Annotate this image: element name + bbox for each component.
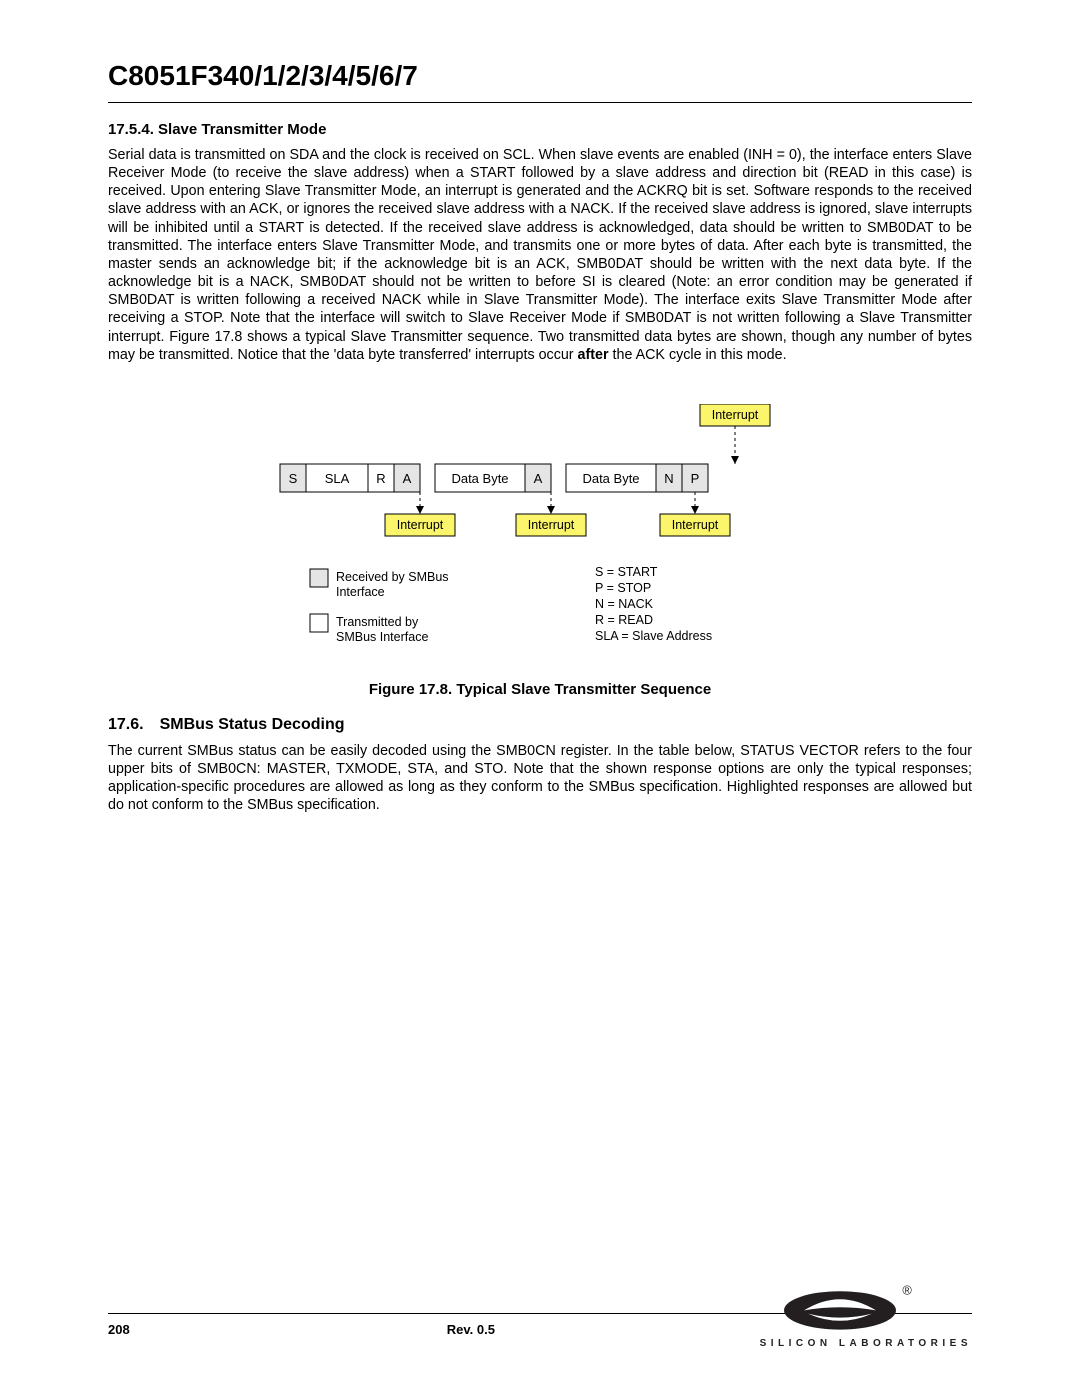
seq-sla: SLA [325, 471, 350, 486]
seq-r: R [376, 471, 385, 486]
silicon-labs-logo: ® SILICON LABORATORIES [760, 1280, 972, 1349]
section-17-5-4-heading: 17.5.4. Slave Transmitter Mode [108, 121, 972, 138]
para-bold-after: after [578, 347, 609, 363]
seq-p: P [691, 471, 700, 486]
legend-tx-1: Transmitted by [336, 615, 419, 629]
seq-n: N [664, 471, 673, 486]
key-p: P = STOP [595, 581, 651, 595]
page-number: 208 [108, 1322, 130, 1337]
brand-text: SILICON LABORATORIES [760, 1338, 972, 1349]
header-rule [108, 102, 972, 103]
interrupt-label-3: Interrupt [672, 518, 719, 532]
section-17-6-body: The current SMBus status can be easily d… [108, 742, 972, 815]
chip-title: C8051F340/1/2/3/4/5/6/7 [108, 60, 972, 92]
seq-a2: A [534, 471, 543, 486]
seq-db1: Data Byte [451, 471, 508, 486]
interrupt-label-2: Interrupt [528, 518, 575, 532]
key-r: R = READ [595, 613, 653, 627]
interrupt-label-1: Interrupt [397, 518, 444, 532]
interrupt-label-top: Interrupt [712, 408, 759, 422]
section-17-5-4-body: Serial data is transmitted on SDA and th… [108, 146, 972, 364]
figure-caption: Figure 17.8. Typical Slave Transmitter S… [108, 681, 972, 698]
key-sla: SLA = Slave Address [595, 629, 712, 643]
figure-17-8: Interrupt S SLA R A Data Byte A Data Byt… [260, 404, 820, 669]
para-post: the ACK cycle in this mode. [609, 347, 787, 363]
key-n: N = NACK [595, 597, 654, 611]
section-17-6-heading: 17.6. SMBus Status Decoding [108, 716, 972, 734]
para-pre: Serial data is transmitted on SDA and th… [108, 147, 972, 363]
timing-diagram-svg: Interrupt S SLA R A Data Byte A Data Byt… [260, 404, 820, 664]
seq-a1: A [403, 471, 412, 486]
legend-received-1: Received by SMBus [336, 570, 449, 584]
rev-number: Rev. 0.5 [447, 1322, 495, 1337]
legend-received-2: Interface [336, 585, 385, 599]
key-s: S = START [595, 565, 658, 579]
legend-tx-2: SMBus Interface [336, 630, 428, 644]
seq-db2: Data Byte [582, 471, 639, 486]
svg-text:®: ® [902, 1282, 912, 1297]
seq-s: S [289, 471, 298, 486]
